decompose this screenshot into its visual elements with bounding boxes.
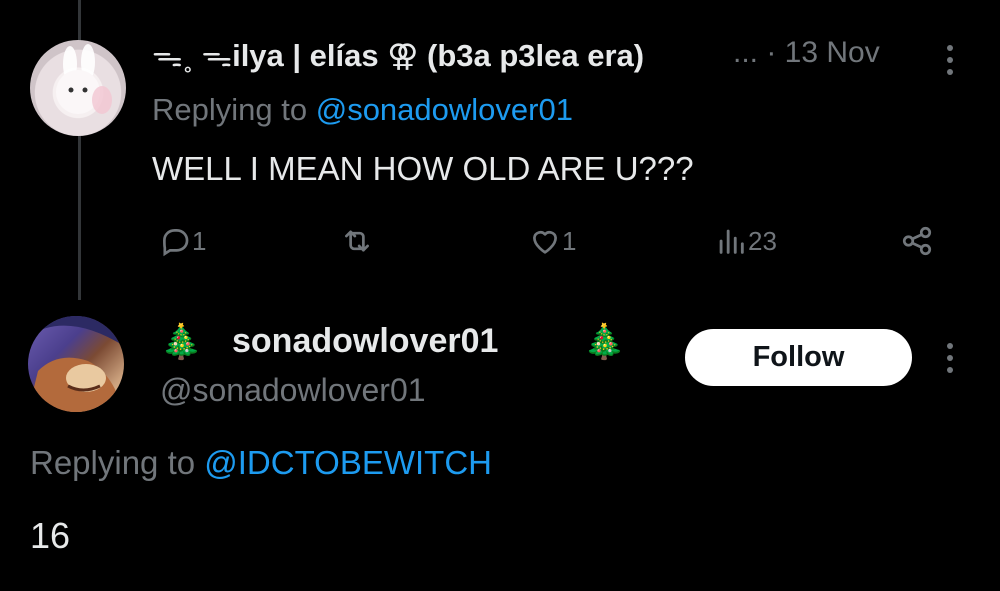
replying-to: Replying to @sonadowlover01 xyxy=(152,92,573,128)
replying-to-label: Replying to xyxy=(152,92,316,127)
author-name[interactable]: sonadowlover01 xyxy=(232,322,498,361)
views-icon xyxy=(719,229,744,254)
retweet-icon xyxy=(345,230,369,252)
replying-to-label: Replying to xyxy=(30,444,205,481)
more-icon[interactable] xyxy=(941,338,959,378)
christmas-tree-emoji: 🎄 xyxy=(583,323,626,361)
like-button[interactable]: 1 xyxy=(528,220,576,262)
avatar[interactable] xyxy=(28,316,124,412)
author-name-text: ilya | elías ⚢ (b3a p3lea era) xyxy=(232,38,645,73)
reply-icon xyxy=(163,229,189,257)
name-decoration: ᯓ˳ ᯓ xyxy=(152,38,233,73)
name-ellipsis: ... xyxy=(733,36,759,69)
replying-to: Replying to @IDCTOBEWITCH xyxy=(30,444,492,482)
views-count: 23 xyxy=(748,225,777,256)
christmas-tree-emoji: 🎄 xyxy=(160,323,203,361)
tweet-text: WELL I MEAN HOW OLD ARE U??? xyxy=(152,150,694,187)
timestamp[interactable]: · 13 Nov xyxy=(766,36,879,69)
like-icon xyxy=(533,231,557,254)
author-handle[interactable]: @sonadowlover01 xyxy=(160,372,426,409)
author-name[interactable]: ᯓ˳ ᯓilya | elías ⚢ (b3a p3lea era) xyxy=(152,34,644,76)
share-icon xyxy=(902,226,932,256)
avatar[interactable] xyxy=(30,40,126,136)
reply-button[interactable]: 1 xyxy=(158,220,206,262)
share-button[interactable] xyxy=(900,220,934,262)
tweet-text: 16 xyxy=(30,515,71,556)
replying-to-handle[interactable]: @IDCTOBEWITCH xyxy=(204,444,492,481)
reply-count: 1 xyxy=(192,225,207,256)
retweet-button[interactable] xyxy=(340,220,374,262)
views-button[interactable]: 23 xyxy=(714,220,777,262)
more-icon[interactable] xyxy=(941,40,959,80)
tweet-meta: ... · 13 Nov xyxy=(733,36,880,70)
replying-to-handle[interactable]: @sonadowlover01 xyxy=(316,92,573,127)
follow-button[interactable]: Follow xyxy=(685,329,912,386)
like-count: 1 xyxy=(562,225,577,256)
